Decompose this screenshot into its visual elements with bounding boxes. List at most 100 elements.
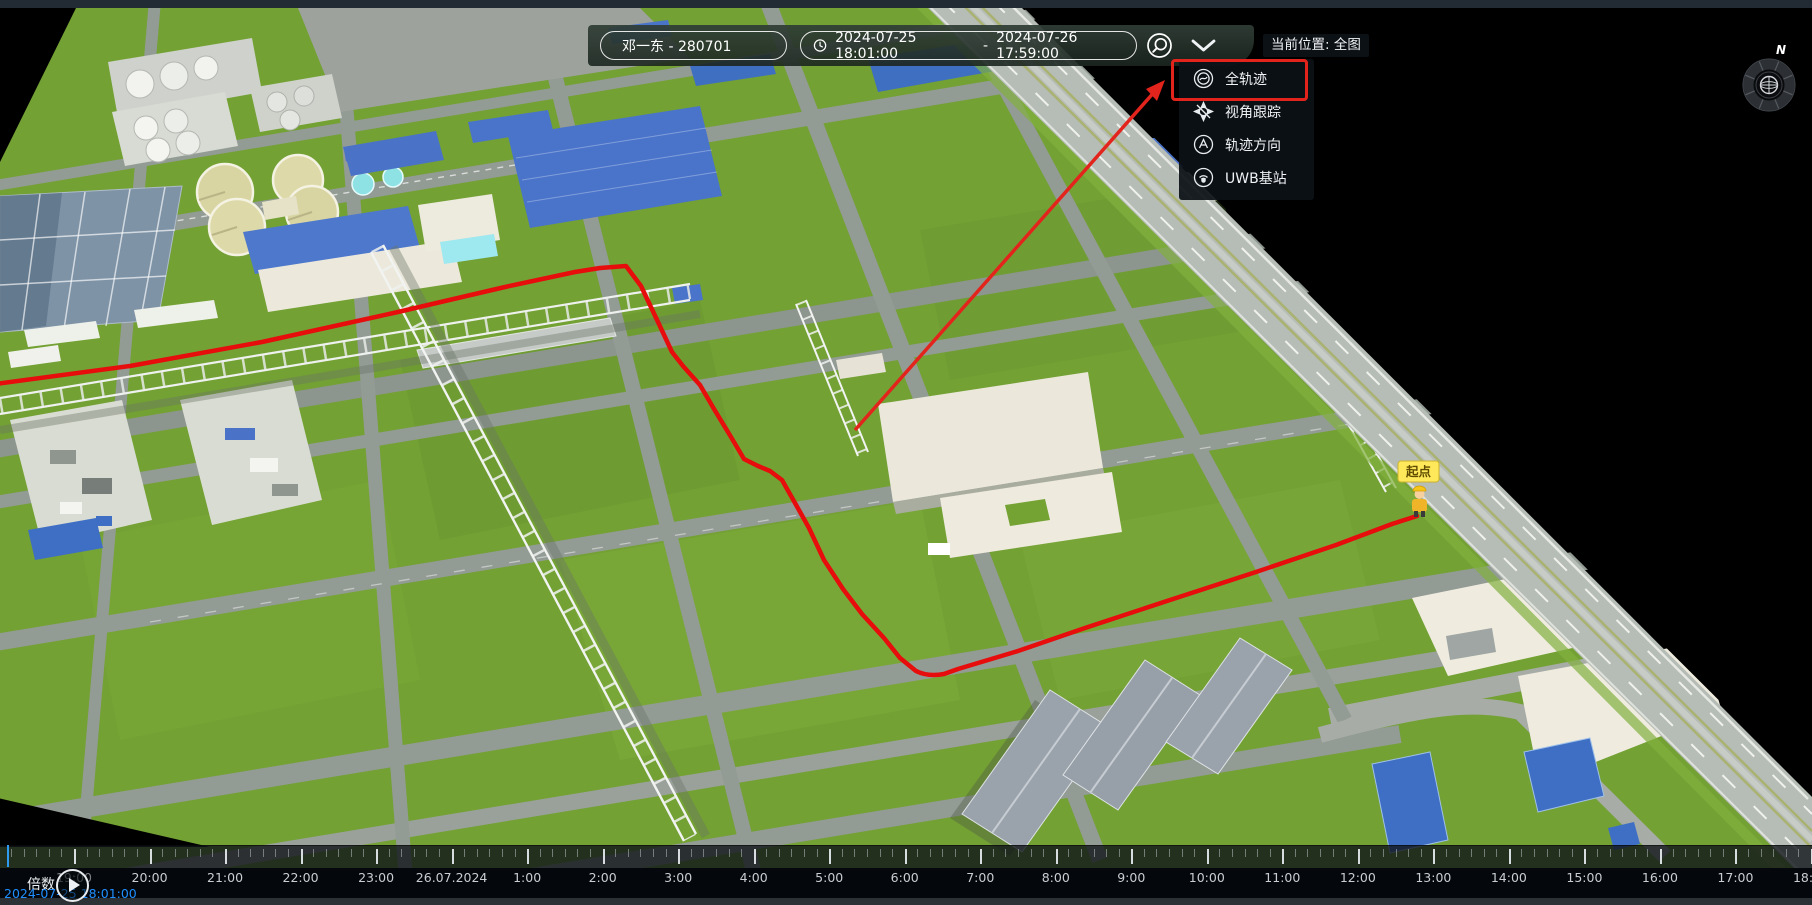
compass-control[interactable]: N: [1734, 40, 1806, 124]
timeline-minor-tick: [288, 849, 289, 857]
track-query-toolbar: 邓一东 - 280701 2024-07-25 18:01:00 - 2024-…: [588, 25, 1254, 66]
chevron-down-icon: [1190, 38, 1217, 54]
timeline-label-8-00: 8:00: [1042, 870, 1070, 885]
uwb-base-station-icon: [1193, 167, 1214, 188]
timeline-minor-tick: [238, 849, 239, 857]
timeline-minor-tick: [1345, 849, 1346, 857]
locate-track-button[interactable]: [1146, 32, 1173, 63]
timeline-minor-tick: [464, 849, 465, 857]
timeline-minor-tick: [426, 849, 427, 857]
play-button[interactable]: [56, 869, 89, 902]
timeline-minor-tick: [1761, 849, 1762, 857]
view-tracking-icon: [1193, 101, 1214, 122]
timeline-minor-tick: [1610, 849, 1611, 857]
timeline-minor-tick: [515, 849, 516, 857]
menu-item-label: UWB基站: [1225, 168, 1287, 188]
menu-item-label: 轨迹方向: [1225, 135, 1281, 155]
timeline-minor-tick: [1798, 849, 1799, 857]
menu-item-3[interactable]: 轨迹方向: [1179, 128, 1314, 161]
timeline-major-tick: [1433, 849, 1435, 864]
timeline-minor-tick: [540, 849, 541, 857]
timeline-minor-tick: [1559, 849, 1560, 857]
timeline-minor-tick: [112, 849, 113, 857]
clock-icon: [813, 38, 827, 53]
person-selector[interactable]: 邓一东 - 280701: [600, 31, 787, 60]
expand-menu-button[interactable]: [1190, 38, 1217, 58]
timeline-minor-tick: [1068, 849, 1069, 857]
start-marker-label: 起点: [1405, 464, 1432, 479]
timeline-minor-tick: [615, 849, 616, 857]
timeline-ruler[interactable]: [0, 845, 1812, 869]
timeline-minor-tick: [867, 849, 868, 857]
timeline-minor-tick: [49, 849, 50, 857]
timeline-minor-tick: [137, 849, 138, 857]
timeline-minor-tick: [1723, 849, 1724, 857]
menu-item-2[interactable]: 视角跟踪: [1179, 95, 1314, 128]
timeline-minor-tick: [842, 849, 843, 857]
timeline-minor-tick: [1005, 849, 1006, 857]
timeline-minor-tick: [1622, 849, 1623, 857]
locate-track-icon: [1146, 32, 1173, 59]
timeline-major-tick: [1509, 849, 1511, 864]
timeline-label-10-00: 10:00: [1189, 870, 1225, 885]
timeline-minor-tick: [817, 849, 818, 857]
timeline-minor-tick: [313, 849, 314, 857]
timeline-major-tick: [1282, 849, 1284, 864]
timeline-minor-tick: [363, 849, 364, 857]
timeline-minor-tick: [1169, 849, 1170, 857]
timeline-minor-tick: [1320, 849, 1321, 857]
person-selector-value: 邓一东 - 280701: [622, 36, 731, 56]
timeline-minor-tick: [1106, 849, 1107, 857]
timeline-minor-tick: [1685, 849, 1686, 857]
timeline-label-18-00: 18:00: [1793, 870, 1812, 885]
timeline-minor-tick: [968, 849, 969, 857]
map-3d-view[interactable]: 起点: [0, 0, 1812, 905]
timeline-minor-tick: [1521, 849, 1522, 857]
date-range-picker[interactable]: 2024-07-25 18:01:00 - 2024-07-26 17:59:0…: [800, 31, 1137, 60]
playback-timeline: 倍数 2024-07-25 18:01:00 19:0020:0021:0022…: [0, 845, 1812, 905]
compass-dial: [1743, 59, 1795, 111]
timeline-major-tick: [1207, 849, 1209, 864]
full-trajectory-icon: [1193, 68, 1214, 89]
timeline-minor-tick: [1459, 849, 1460, 857]
timeline-major-tick: [829, 849, 831, 864]
timeline-label-14-00: 14:00: [1491, 870, 1527, 885]
timeline-label-6-00: 6:00: [891, 870, 919, 885]
timeline-minor-tick: [1547, 849, 1548, 857]
menu-item-4[interactable]: UWB基站: [1179, 161, 1314, 194]
timeline-playhead[interactable]: [7, 845, 9, 867]
menu-item-label: 全轨迹: [1225, 69, 1267, 89]
timeline-major-tick: [150, 849, 152, 864]
timeline-minor-tick: [1786, 849, 1787, 857]
timeline-minor-tick: [741, 849, 742, 857]
timeline-label-23-00: 23:00: [358, 870, 394, 885]
timeline-major-tick: [905, 849, 907, 864]
timeline-minor-tick: [389, 849, 390, 857]
timeline-minor-tick: [955, 849, 956, 857]
timeline-major-tick: [301, 849, 303, 864]
menu-item-1[interactable]: 全轨迹: [1179, 62, 1314, 95]
timeline-minor-tick: [1257, 849, 1258, 857]
current-location-label: 当前位置: 全图: [1271, 37, 1361, 53]
timeline-minor-tick: [11, 849, 12, 857]
timeline-minor-tick: [1295, 849, 1296, 857]
timeline-minor-tick: [565, 849, 566, 857]
timeline-minor-tick: [24, 849, 25, 857]
track-display-menu: 全轨迹视角跟踪轨迹方向 UWB基站: [1179, 59, 1314, 200]
timeline-minor-tick: [1119, 849, 1120, 857]
timeline-minor-tick: [804, 849, 805, 857]
timeline-minor-tick: [1232, 849, 1233, 857]
timeline-major-tick: [754, 849, 756, 864]
timeline-minor-tick: [1219, 849, 1220, 857]
timeline-major-tick: [603, 849, 605, 864]
timeline-minor-tick: [1245, 849, 1246, 857]
timeline-label-2-00: 2:00: [589, 870, 617, 885]
timeline-label-12-00: 12:00: [1340, 870, 1376, 885]
timeline-minor-tick: [275, 849, 276, 857]
timeline-minor-tick: [1144, 849, 1145, 857]
timeline-minor-tick: [1194, 849, 1195, 857]
timeline-minor-tick: [917, 849, 918, 857]
timeline-minor-tick: [1496, 849, 1497, 857]
timeline-minor-tick: [791, 849, 792, 857]
timeline-minor-tick: [414, 849, 415, 857]
